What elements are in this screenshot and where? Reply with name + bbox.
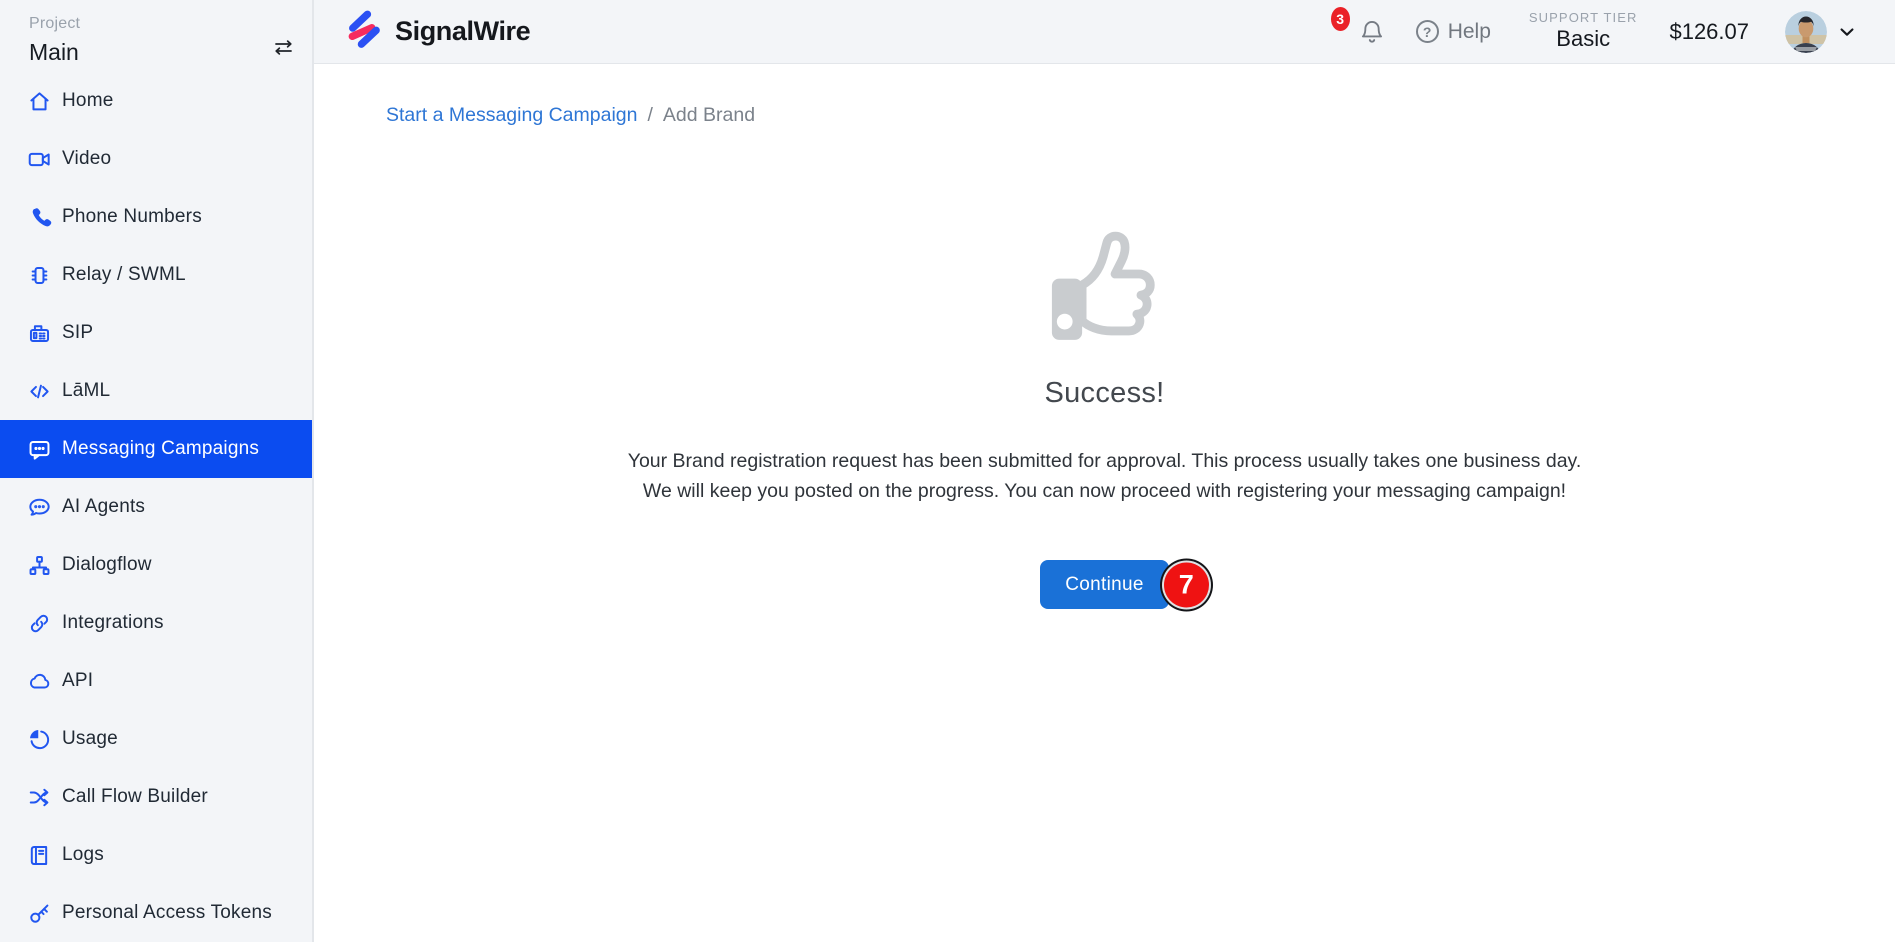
sidebar-item-usage[interactable]: Usage bbox=[0, 710, 312, 768]
top-bar: SignalWire 3 ? Help SUPPORT TIER Basic bbox=[314, 0, 1895, 64]
sidebar-item-logs[interactable]: Logs bbox=[0, 826, 312, 884]
sidebar-header: Project Main bbox=[0, 0, 312, 72]
video-icon bbox=[27, 147, 52, 172]
success-message: Your Brand registration request has been… bbox=[627, 446, 1582, 506]
phone-icon bbox=[27, 205, 52, 230]
main-column: SignalWire 3 ? Help SUPPORT TIER Basic bbox=[314, 0, 1895, 942]
breadcrumb-current: Add Brand bbox=[663, 104, 755, 127]
help-button[interactable]: ? Help bbox=[1416, 20, 1491, 44]
continue-row: Continue 7 bbox=[1040, 560, 1168, 609]
key-icon bbox=[27, 901, 52, 926]
breadcrumb: Start a Messaging Campaign / Add Brand bbox=[386, 104, 1895, 127]
sidebar-item-sip[interactable]: SIP bbox=[0, 304, 312, 362]
home-icon bbox=[27, 89, 52, 114]
app-root: Project Main Home Video Phone Numbers Re… bbox=[0, 0, 1895, 942]
annotation-marker-7: 7 bbox=[1164, 562, 1209, 607]
message-square-icon bbox=[27, 437, 52, 462]
account-menu-chevron-down-icon[interactable] bbox=[1837, 22, 1857, 42]
sidebar-item-l-ml[interactable]: LāML bbox=[0, 362, 312, 420]
book-icon bbox=[27, 843, 52, 868]
sidebar-item-messaging-campaigns[interactable]: Messaging Campaigns bbox=[0, 420, 312, 478]
chip-icon bbox=[27, 263, 52, 288]
success-title: Success! bbox=[1044, 377, 1164, 410]
support-tier-value: Basic bbox=[1529, 26, 1638, 51]
support-tier: SUPPORT TIER Basic bbox=[1529, 11, 1638, 51]
switch-project-icon[interactable] bbox=[270, 34, 296, 60]
project-label: Project bbox=[29, 15, 294, 33]
sidebar-item-relay-swml[interactable]: Relay / SWML bbox=[0, 246, 312, 304]
sidebar-item-video[interactable]: Video bbox=[0, 130, 312, 188]
brand-name: SignalWire bbox=[395, 16, 530, 47]
notification-count-badge: 3 bbox=[1331, 7, 1350, 31]
account-balance[interactable]: $126.07 bbox=[1669, 19, 1749, 45]
shuffle-icon bbox=[27, 785, 52, 810]
sidebar-item-api[interactable]: API bbox=[0, 652, 312, 710]
sidebar-nav: Home Video Phone Numbers Relay / SWML SI… bbox=[0, 72, 312, 942]
sidebar-item-personal-access-tokens[interactable]: Personal Access Tokens bbox=[0, 884, 312, 942]
continue-button[interactable]: Continue bbox=[1040, 560, 1168, 609]
breadcrumb-link[interactable]: Start a Messaging Campaign bbox=[386, 104, 637, 127]
sip-phone-icon bbox=[27, 321, 52, 346]
project-name: Main bbox=[29, 39, 294, 66]
sidebar-item-home[interactable]: Home bbox=[0, 72, 312, 130]
brand[interactable]: SignalWire bbox=[344, 8, 530, 55]
sidebar-item-ai-agents[interactable]: AI Agents bbox=[0, 478, 312, 536]
sidebar-item-phone-numbers[interactable]: Phone Numbers bbox=[0, 188, 312, 246]
success-panel: Success! Your Brand registration request… bbox=[314, 227, 1895, 609]
sidebar-item-call-flow-builder[interactable]: Call Flow Builder bbox=[0, 768, 312, 826]
sitemap-icon bbox=[27, 553, 52, 578]
chat-bubble-icon bbox=[27, 495, 52, 520]
breadcrumb-separator: / bbox=[647, 104, 652, 127]
sidebar-item-dialogflow[interactable]: Dialogflow bbox=[0, 536, 312, 594]
thumbs-up-icon bbox=[1051, 227, 1159, 343]
avatar[interactable] bbox=[1785, 11, 1827, 53]
content-area: Start a Messaging Campaign / Add Brand S… bbox=[314, 64, 1895, 942]
support-tier-label: SUPPORT TIER bbox=[1529, 11, 1638, 26]
bell-icon bbox=[1358, 34, 1386, 51]
code-icon bbox=[27, 379, 52, 404]
notifications-button[interactable]: 3 bbox=[1358, 17, 1386, 47]
cloud-icon bbox=[27, 669, 52, 694]
pie-chart-icon bbox=[27, 727, 52, 752]
sidebar: Project Main Home Video Phone Numbers Re… bbox=[0, 0, 314, 942]
question-circle-icon: ? bbox=[1416, 20, 1439, 43]
sidebar-item-integrations[interactable]: Integrations bbox=[0, 594, 312, 652]
signalwire-logo-icon bbox=[344, 8, 384, 55]
help-label: Help bbox=[1448, 20, 1491, 44]
link-icon bbox=[27, 611, 52, 636]
